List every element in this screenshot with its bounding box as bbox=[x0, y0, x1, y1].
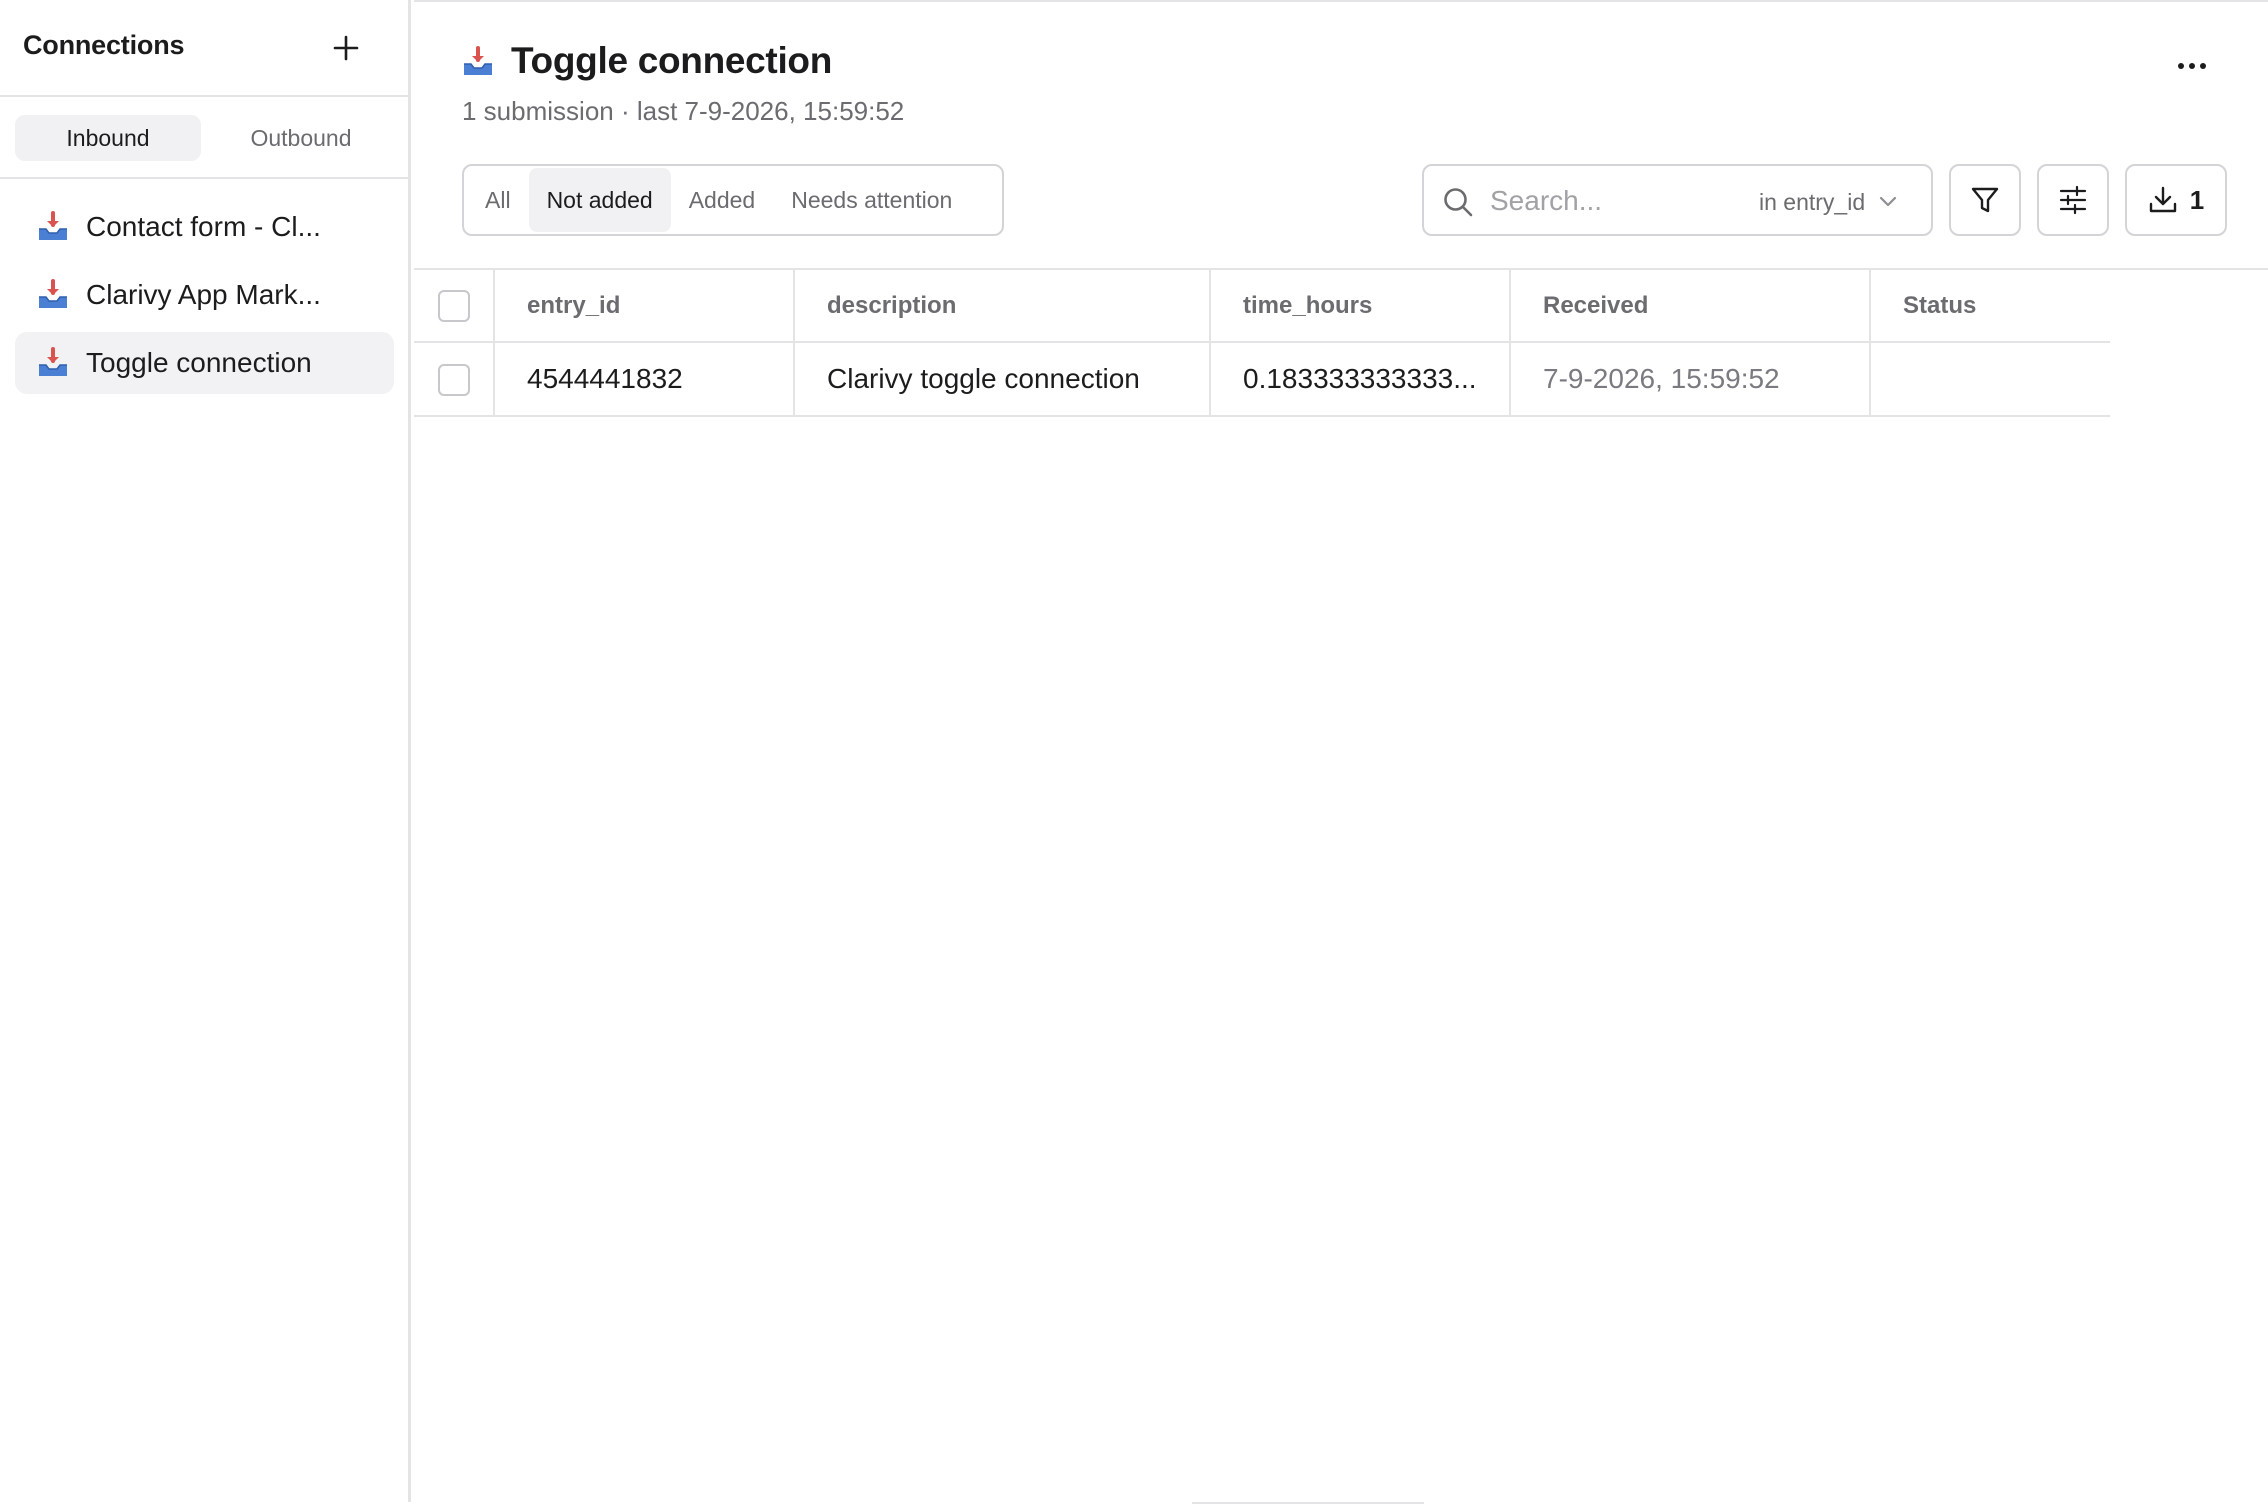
column-header-status[interactable]: Status bbox=[1870, 270, 2110, 343]
status-filter-tabs: All Not added Added Needs attention bbox=[462, 164, 1004, 236]
chevron-down-icon bbox=[1880, 196, 1897, 207]
sidebar: Connections Inbound Outbound Contact for… bbox=[0, 0, 411, 1502]
inbox-tray-icon bbox=[39, 211, 67, 240]
submissions-table: entry_id description time_hours Received… bbox=[414, 270, 2110, 417]
cell-description: Clarivy toggle connection bbox=[794, 342, 1211, 417]
table-header-row: entry_id description time_hours Received… bbox=[414, 270, 2110, 343]
tab-all[interactable]: All bbox=[467, 168, 529, 232]
download-count: 1 bbox=[2189, 184, 2205, 215]
cell-entry-id: 4544441832 bbox=[494, 342, 795, 417]
tab-added[interactable]: Added bbox=[671, 168, 774, 232]
download-button[interactable]: 1 bbox=[2125, 164, 2227, 236]
sidebar-item-label: Clarivy App Mark... bbox=[86, 279, 321, 310]
sliders-icon bbox=[2059, 185, 2087, 215]
cell-received: 7-9-2026, 15:59:52 bbox=[1510, 342, 1871, 417]
direction-tabs: Inbound Outbound bbox=[0, 98, 408, 179]
search-scope-label: in entry_id bbox=[1759, 188, 1866, 215]
search-input[interactable] bbox=[1488, 180, 1738, 222]
column-header-description[interactable]: description bbox=[794, 270, 1211, 343]
connection-list: Contact form - Cl... Clarivy App Mark...… bbox=[15, 196, 394, 400]
inbox-tray-icon bbox=[39, 347, 67, 376]
more-horizontal-icon bbox=[2178, 63, 2206, 69]
row-checkbox[interactable] bbox=[437, 363, 470, 396]
sidebar-item-clarivy-app[interactable]: Clarivy App Mark... bbox=[15, 264, 394, 326]
sidebar-item-label: Contact form - Cl... bbox=[86, 211, 321, 242]
inbox-tray-icon bbox=[39, 279, 67, 308]
search-icon bbox=[1444, 188, 1473, 217]
column-header-time-hours[interactable]: time_hours bbox=[1210, 270, 1511, 343]
sidebar-title: Connections bbox=[23, 30, 185, 60]
page-subtitle: 1 submission · last 7-9-2026, 15:59:52 bbox=[462, 96, 905, 126]
sidebar-item-label: Toggle connection bbox=[86, 347, 312, 378]
table-row[interactable]: 4544441832 Clarivy toggle connection 0.1… bbox=[414, 342, 2110, 417]
search-box: in entry_id bbox=[1422, 164, 1933, 236]
column-header-received[interactable]: Received bbox=[1510, 270, 1871, 343]
tab-outbound[interactable]: Outbound bbox=[208, 115, 394, 161]
tab-inbound[interactable]: Inbound bbox=[15, 115, 201, 161]
select-all-cell bbox=[414, 270, 495, 343]
tab-not-added[interactable]: Not added bbox=[528, 168, 671, 232]
more-options-button[interactable] bbox=[2172, 46, 2212, 86]
cell-time-hours: 0.183333333333... bbox=[1210, 342, 1511, 417]
tab-needs-attention[interactable]: Needs attention bbox=[773, 168, 970, 232]
add-connection-button[interactable] bbox=[326, 28, 366, 68]
search-scope-select[interactable]: in entry_id bbox=[1759, 184, 1897, 220]
download-icon bbox=[2149, 186, 2176, 213]
plus-icon bbox=[333, 35, 359, 61]
filter-button[interactable] bbox=[1949, 164, 2021, 236]
cell-status bbox=[1870, 342, 2110, 417]
sidebar-header: Connections bbox=[0, 0, 408, 97]
select-all-checkbox[interactable] bbox=[437, 289, 470, 322]
main-panel: Toggle connection 1 submission · last 7-… bbox=[414, 0, 2268, 1504]
inbox-tray-icon bbox=[464, 46, 492, 75]
row-select-cell bbox=[414, 342, 495, 417]
column-header-entry-id[interactable]: entry_id bbox=[494, 270, 795, 343]
filter-icon bbox=[1971, 187, 1999, 213]
column-settings-button[interactable] bbox=[2037, 164, 2109, 236]
page-title: Toggle connection bbox=[511, 40, 833, 81]
sidebar-item-toggle-connection[interactable]: Toggle connection bbox=[15, 332, 394, 394]
sidebar-item-contact-form[interactable]: Contact form - Cl... bbox=[15, 196, 394, 258]
